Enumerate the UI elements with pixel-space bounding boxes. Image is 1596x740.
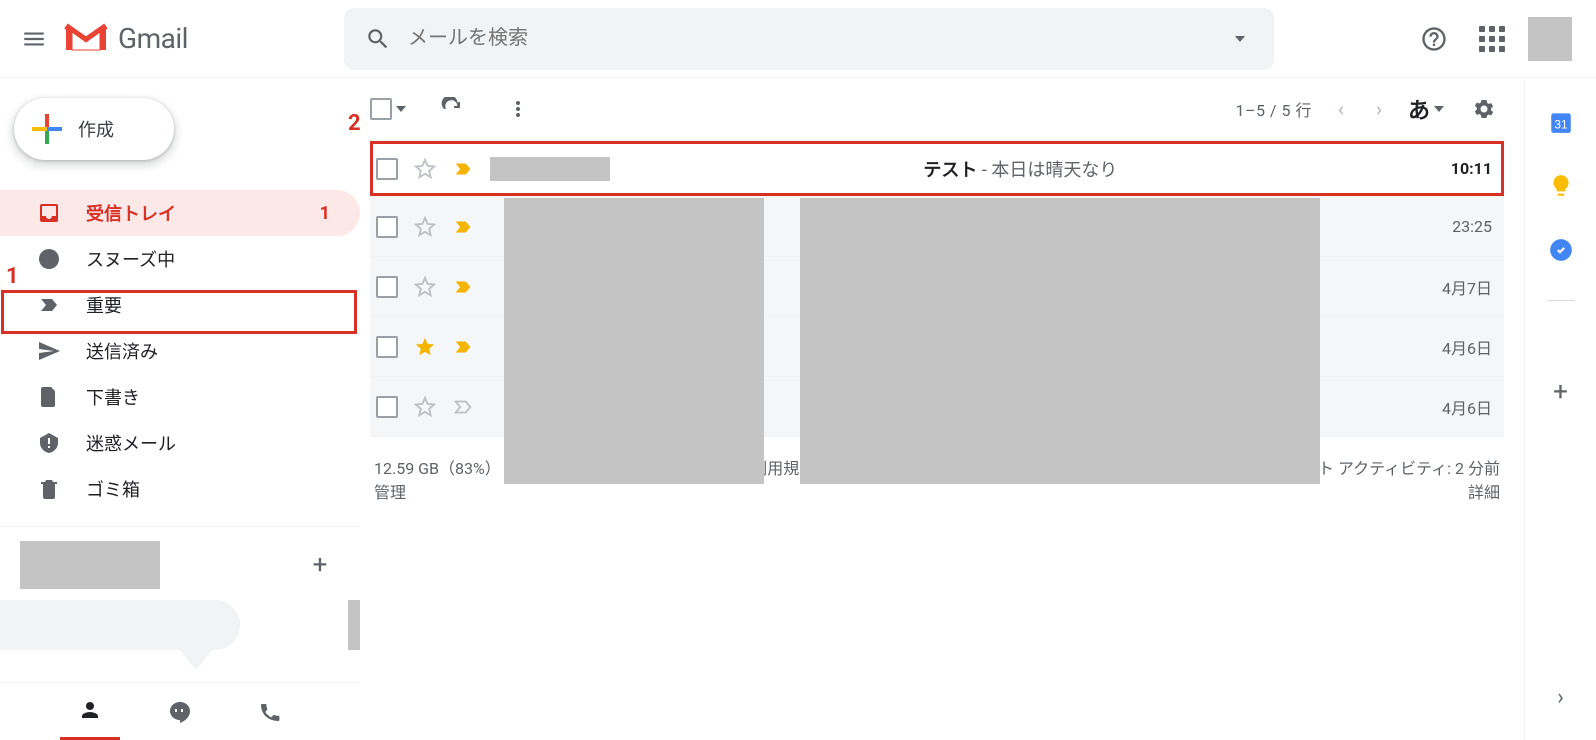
row-checkbox[interactable] xyxy=(376,216,398,238)
calendar-icon[interactable]: 31 xyxy=(1547,108,1575,136)
main: 1–5 / 5 行 ‹ › あ xyxy=(360,78,1524,740)
avatar[interactable] xyxy=(1528,17,1572,61)
sidebar-item-snoozed[interactable]: スヌーズ中 xyxy=(0,236,360,282)
svg-text:31: 31 xyxy=(1554,118,1568,132)
right-rail: 31 + › xyxy=(1524,78,1596,740)
collapse-rail-icon[interactable]: › xyxy=(1557,685,1564,710)
more-icon[interactable] xyxy=(498,89,538,129)
clock-icon xyxy=(36,246,62,272)
star-icon[interactable] xyxy=(412,334,438,360)
sidebar-item-label: ゴミ箱 xyxy=(86,476,140,502)
next-page-icon[interactable]: › xyxy=(1370,97,1388,121)
search-icon[interactable] xyxy=(358,19,398,59)
mail-row[interactable]: テスト - 本日は晴天なり 10:11 2 xyxy=(370,141,1504,197)
row-checkbox[interactable] xyxy=(376,336,398,358)
redacted-overlay xyxy=(504,198,764,484)
plus-icon xyxy=(32,114,62,144)
star-icon[interactable] xyxy=(412,214,438,240)
tasks-icon[interactable] xyxy=(1547,236,1575,264)
sidebar-item-drafts[interactable]: 下書き xyxy=(0,374,360,420)
spam-icon xyxy=(36,430,62,456)
chevron-down-icon xyxy=(1434,106,1444,112)
header: Gmail xyxy=(0,0,1596,78)
important-marker-icon[interactable] xyxy=(450,334,476,360)
sidebar-lower: + xyxy=(0,533,360,597)
settings-icon[interactable] xyxy=(1464,89,1504,129)
sidebar-item-label: 迷惑メール xyxy=(86,430,176,456)
mail-list: テスト - 本日は晴天なり 10:11 2 23:25 xyxy=(370,140,1504,437)
sidebar-label-block[interactable] xyxy=(20,541,160,589)
draft-icon xyxy=(36,384,62,410)
mail-time: 4月6日 xyxy=(1422,335,1492,359)
toolbar: 1–5 / 5 行 ‹ › あ xyxy=(370,78,1504,140)
trash-icon xyxy=(36,476,62,502)
sent-icon xyxy=(36,338,62,364)
important-marker-icon[interactable] xyxy=(450,394,476,420)
search-options-icon[interactable] xyxy=(1220,19,1260,59)
gmail-logo-text: Gmail xyxy=(118,22,188,55)
keep-icon[interactable] xyxy=(1547,172,1575,200)
star-icon[interactable] xyxy=(412,156,438,182)
search-bar xyxy=(344,8,1274,70)
sidebar-item-trash[interactable]: ゴミ箱 xyxy=(0,466,360,512)
mail-time: 10:11 xyxy=(1431,159,1492,178)
phone-tab[interactable] xyxy=(240,683,300,740)
sidebar-item-sent[interactable]: 送信済み xyxy=(0,328,360,374)
gmail-logo[interactable]: Gmail xyxy=(64,20,324,58)
sidebar-item-inbox[interactable]: 受信トレイ 1 xyxy=(0,190,360,236)
menu-icon[interactable] xyxy=(10,15,58,63)
select-all-checkbox[interactable] xyxy=(370,98,406,120)
inbox-icon xyxy=(36,200,62,226)
star-icon[interactable] xyxy=(412,274,438,300)
sidebar-item-important[interactable]: 重要 xyxy=(0,282,360,328)
sidebar-footer xyxy=(0,682,360,740)
hangouts-tab[interactable] xyxy=(150,683,210,740)
row-checkbox[interactable] xyxy=(376,396,398,418)
prev-page-icon[interactable]: ‹ xyxy=(1332,97,1350,121)
sidebar-item-spam[interactable]: 迷惑メール xyxy=(0,420,360,466)
hangouts-area xyxy=(0,600,360,660)
sidebar-item-label: スヌーズ中 xyxy=(86,246,175,272)
sidebar-item-label: 送信済み xyxy=(86,338,158,364)
redacted-overlay xyxy=(800,198,1320,484)
mail-time: 4月7日 xyxy=(1422,275,1492,299)
sender-redacted xyxy=(490,157,610,181)
compose-button[interactable]: 作成 xyxy=(14,98,174,160)
addons-plus-icon[interactable]: + xyxy=(1553,377,1568,407)
chevron-down-icon xyxy=(396,106,406,112)
scroll-handle[interactable] xyxy=(348,600,360,650)
important-marker-icon[interactable] xyxy=(450,214,476,240)
mail-subject-snippet: テスト - 本日は晴天なり xyxy=(610,156,1431,182)
important-marker-icon[interactable] xyxy=(450,156,476,182)
apps-icon[interactable] xyxy=(1470,17,1514,61)
inbox-count: 1 xyxy=(320,203,330,224)
sidebar-item-label: 下書き xyxy=(86,384,140,410)
star-icon[interactable] xyxy=(412,394,438,420)
sidebar-item-label: 受信トレイ xyxy=(86,200,176,226)
mail-time: 23:25 xyxy=(1432,217,1492,236)
mail-time: 4月6日 xyxy=(1422,395,1492,419)
important-icon xyxy=(36,292,62,318)
contacts-tab[interactable] xyxy=(60,683,120,740)
help-icon[interactable] xyxy=(1412,17,1456,61)
important-marker-icon[interactable] xyxy=(450,274,476,300)
row-checkbox[interactable] xyxy=(376,276,398,298)
compose-label: 作成 xyxy=(78,116,114,142)
chat-bubble-icon xyxy=(0,600,240,650)
input-method-toggle[interactable]: あ xyxy=(1408,93,1444,125)
gmail-m-icon xyxy=(64,20,108,58)
sidebar: 作成 受信トレイ 1 スヌーズ中 重要 xyxy=(0,78,360,740)
page-count: 1–5 / 5 行 xyxy=(1235,97,1312,121)
search-input[interactable] xyxy=(398,27,1220,50)
row-checkbox[interactable] xyxy=(376,158,398,180)
refresh-icon[interactable] xyxy=(432,89,472,129)
sidebar-item-label: 重要 xyxy=(86,292,122,318)
add-label-icon[interactable]: + xyxy=(300,550,340,580)
